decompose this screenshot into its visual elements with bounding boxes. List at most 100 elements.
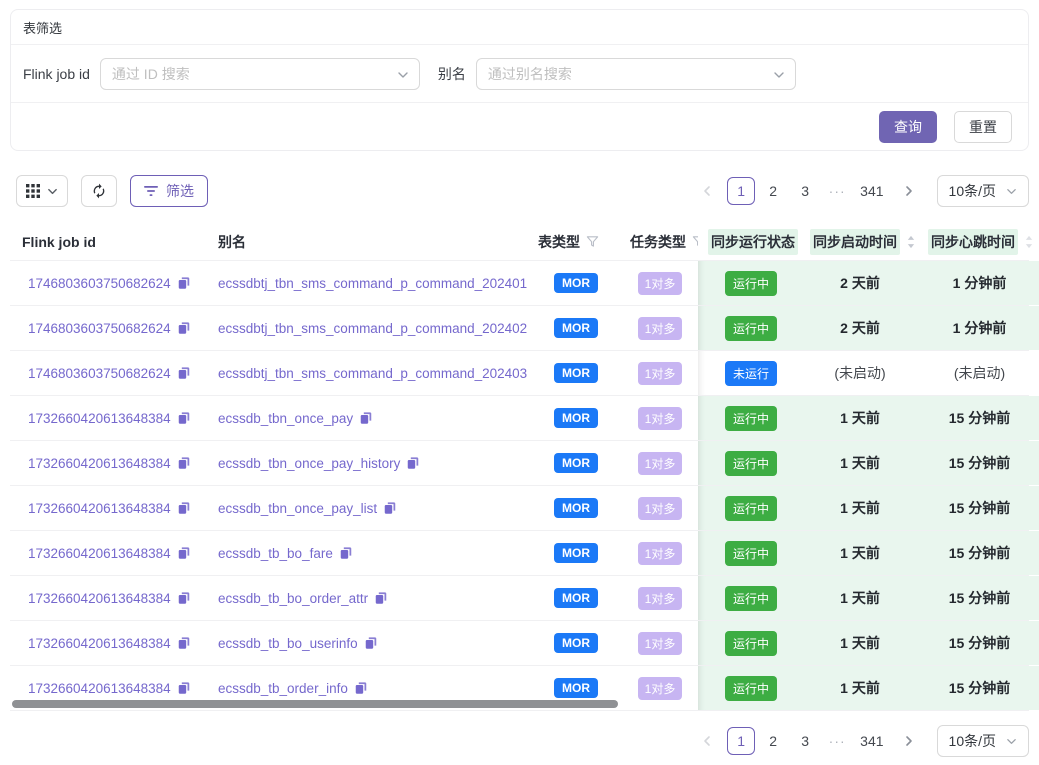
copy-icon[interactable] <box>177 591 191 605</box>
task-type-tag: 1对多 <box>638 542 683 565</box>
flink-job-id-select[interactable]: 通过 ID 搜索 <box>100 58 420 90</box>
job-id-link[interactable]: 1746803603750682624 <box>28 276 171 291</box>
copy-icon[interactable] <box>177 411 191 425</box>
data-table: Flink job id 别名 表类型 任务类型 同步运行状态 同步启动时间 <box>10 223 1029 711</box>
copy-icon[interactable] <box>339 546 353 560</box>
toolbar-left: 筛选 <box>10 175 208 207</box>
alias-link[interactable]: ecssdbtj_tbn_sms_command_p_command_20240… <box>218 321 527 336</box>
job-id-link[interactable]: 1732660420613648384 <box>28 456 171 471</box>
start-time-cell: 1 天前 <box>800 441 920 485</box>
table-body: 1746803603750682624 ecssdbtj_tbn_sms_com… <box>10 261 1029 711</box>
table-type-tag: MOR <box>554 678 598 698</box>
page-ellipsis[interactable]: ··· <box>823 183 851 199</box>
page-ellipsis[interactable]: ··· <box>823 733 851 749</box>
alias-link[interactable]: ecssdbtj_tbn_sms_command_p_command_20240… <box>218 276 527 291</box>
page-button-1[interactable]: 1 <box>727 177 755 205</box>
start-time-cell: (未启动) <box>800 351 920 395</box>
alias-link[interactable]: ecssdb_tbn_once_pay_history <box>218 456 400 471</box>
col-flink-job-id: Flink job id <box>10 223 210 260</box>
reset-button[interactable]: 重置 <box>954 111 1012 143</box>
filter-card-footer: 查询 重置 <box>11 102 1028 150</box>
job-id-link[interactable]: 1732660420613648384 <box>28 546 171 561</box>
copy-icon[interactable] <box>177 321 191 335</box>
page-button-2[interactable]: 2 <box>759 177 787 205</box>
heartbeat-time-cell: 15 分钟前 <box>920 666 1039 710</box>
page-button-2[interactable]: 2 <box>759 727 787 755</box>
page-button-3[interactable]: 3 <box>791 727 819 755</box>
table-type-tag: MOR <box>554 273 598 293</box>
refresh-button[interactable] <box>81 175 117 207</box>
copy-icon[interactable] <box>177 501 191 515</box>
alias-link[interactable]: ecssdbtj_tbn_sms_command_p_command_20240… <box>218 366 527 381</box>
copy-icon[interactable] <box>177 366 191 380</box>
table-type-tag: MOR <box>554 588 598 608</box>
query-button[interactable]: 查询 <box>879 111 937 143</box>
copy-icon[interactable] <box>177 276 191 290</box>
start-time-cell: 1 天前 <box>800 621 920 665</box>
filter-funnel-icon[interactable] <box>586 235 599 248</box>
job-id-link[interactable]: 1732660420613648384 <box>28 501 171 516</box>
task-type-tag: 1对多 <box>638 677 683 700</box>
alias-link[interactable]: ecssdb_tb_bo_order_attr <box>218 591 368 606</box>
heartbeat-time-cell: 15 分钟前 <box>920 486 1039 530</box>
start-time-cell: 1 天前 <box>800 396 920 440</box>
alias-select[interactable]: 通过别名搜索 <box>476 58 796 90</box>
filter-button[interactable]: 筛选 <box>130 175 208 207</box>
table-row: 1746803603750682624 ecssdbtj_tbn_sms_com… <box>10 306 1029 351</box>
page-size-label: 10条/页 <box>949 181 996 201</box>
sorter-icon[interactable] <box>906 235 916 249</box>
heartbeat-time-cell: 15 分钟前 <box>920 396 1039 440</box>
page-button-341[interactable]: 341 <box>855 727 888 755</box>
job-id-link[interactable]: 1746803603750682624 <box>28 366 171 381</box>
page-size-select[interactable]: 10条/页 <box>937 725 1029 757</box>
job-id-link[interactable]: 1732660420613648384 <box>28 411 171 426</box>
flink-job-id-field: Flink job id 通过 ID 搜索 <box>23 58 420 90</box>
copy-icon[interactable] <box>177 546 191 560</box>
heartbeat-time-cell: 15 分钟前 <box>920 531 1039 575</box>
horizontal-scrollbar-thumb[interactable] <box>12 700 618 708</box>
status-badge: 运行中 <box>725 316 777 341</box>
next-page-button[interactable] <box>895 177 923 205</box>
copy-icon[interactable] <box>359 411 373 425</box>
copy-icon[interactable] <box>406 456 420 470</box>
col-table-type: 表类型 <box>530 223 622 260</box>
pagination-top: 123···341 10条/页 <box>693 175 1029 207</box>
column-settings-button[interactable] <box>16 175 68 207</box>
page: 表筛选 Flink job id 通过 ID 搜索 别名 通过别名搜索 <box>0 0 1039 757</box>
prev-page-button[interactable] <box>693 177 721 205</box>
job-id-link[interactable]: 1732660420613648384 <box>28 636 171 651</box>
chevron-down-icon <box>1006 186 1017 197</box>
prev-page-button[interactable] <box>693 727 721 755</box>
copy-icon[interactable] <box>364 636 378 650</box>
alias-field: 别名 通过别名搜索 <box>438 58 796 90</box>
sorter-icon[interactable] <box>1024 235 1034 249</box>
job-id-link[interactable]: 1732660420613648384 <box>28 591 171 606</box>
alias-link[interactable]: ecssdb_tbn_once_pay_list <box>218 501 377 516</box>
page-numbers: 123···341 <box>725 727 890 755</box>
page-button-341[interactable]: 341 <box>855 177 888 205</box>
page-button-3[interactable]: 3 <box>791 177 819 205</box>
table-row: 1746803603750682624 ecssdbtj_tbn_sms_com… <box>10 351 1029 396</box>
job-id-link[interactable]: 1746803603750682624 <box>28 321 171 336</box>
status-badge: 运行中 <box>725 496 777 521</box>
heartbeat-time-cell: 1 分钟前 <box>920 306 1039 350</box>
alias-link[interactable]: ecssdb_tb_bo_fare <box>218 546 333 561</box>
copy-icon[interactable] <box>374 591 388 605</box>
alias-link[interactable]: ecssdb_tb_bo_userinfo <box>218 636 358 651</box>
copy-icon[interactable] <box>354 681 368 695</box>
copy-icon[interactable] <box>383 501 397 515</box>
alias-link[interactable]: ecssdb_tbn_once_pay <box>218 411 353 426</box>
pagination-bottom: 123···341 10条/页 <box>693 725 1029 757</box>
table-type-tag: MOR <box>554 543 598 563</box>
table-row: 1732660420613648384 ecssdb_tbn_once_pay_… <box>10 441 1029 486</box>
page-size-select[interactable]: 10条/页 <box>937 175 1029 207</box>
task-type-tag: 1对多 <box>638 587 683 610</box>
table-type-tag: MOR <box>554 408 598 428</box>
next-page-button[interactable] <box>895 727 923 755</box>
copy-icon[interactable] <box>177 681 191 695</box>
copy-icon[interactable] <box>177 456 191 470</box>
job-id-link[interactable]: 1732660420613648384 <box>28 681 171 696</box>
alias-link[interactable]: ecssdb_tb_order_info <box>218 681 348 696</box>
copy-icon[interactable] <box>177 636 191 650</box>
page-button-1[interactable]: 1 <box>727 727 755 755</box>
